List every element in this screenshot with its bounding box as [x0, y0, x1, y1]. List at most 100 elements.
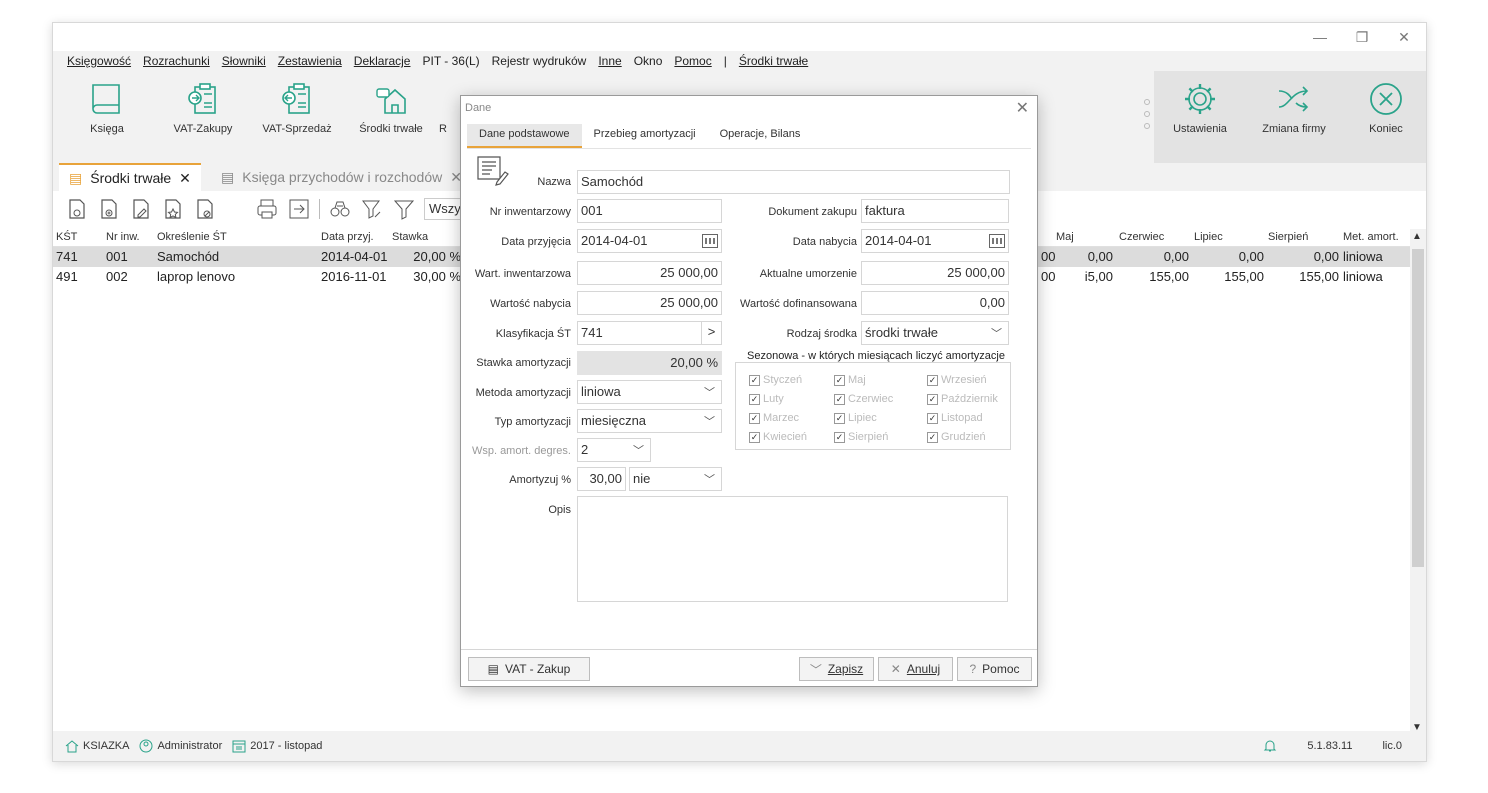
- col-czerwiec[interactable]: Czerwiec: [1119, 231, 1164, 243]
- nr-inwentarzowy-input[interactable]: 001: [577, 199, 722, 223]
- tab-dane-podstawowe[interactable]: Dane podstawowe: [467, 124, 582, 148]
- koniec-button[interactable]: Koniec: [1346, 81, 1426, 135]
- month-checkbox-kwiecien[interactable]: ✓ Kwiecień: [749, 431, 807, 443]
- anuluj-button[interactable]: ✕ Anuluj: [878, 657, 953, 681]
- search-input[interactable]: Wszys: [424, 198, 464, 220]
- pomoc-button[interactable]: ? Pomoc: [957, 657, 1032, 681]
- status-user-label: Administrator: [157, 740, 223, 752]
- export-icon[interactable]: [287, 197, 311, 221]
- calendar-icon[interactable]: [702, 234, 718, 248]
- calendar-icon[interactable]: [989, 234, 1005, 248]
- month-checkbox-czerwiec[interactable]: ✓ Czerwiec: [834, 393, 893, 405]
- edit-document-icon[interactable]: [129, 197, 153, 221]
- print-icon[interactable]: [255, 197, 279, 221]
- month-checkbox-styczen[interactable]: ✓ Styczeń: [749, 374, 802, 386]
- filter-edit-icon[interactable]: [360, 197, 384, 221]
- wart-inwentarzowa-input[interactable]: 25 000,00: [577, 261, 722, 285]
- menu-pomoc[interactable]: Pomoc: [674, 54, 711, 68]
- tab-operacje-bilans[interactable]: Operacje, Bilans: [708, 124, 813, 148]
- col-okreslenie[interactable]: Określenie ŚT: [157, 231, 227, 243]
- status-okres[interactable]: 2017 - listopad: [232, 739, 322, 753]
- scroll-up-icon[interactable]: ▲: [1412, 231, 1422, 242]
- month-checkbox-maj[interactable]: ✓ Maj: [834, 374, 866, 386]
- amortyzuj-pct-input[interactable]: 30,00: [577, 467, 626, 491]
- close-icon[interactable]: ✕: [1396, 29, 1412, 46]
- wartosc-nabycia-input[interactable]: 25 000,00: [577, 291, 722, 315]
- zapisz-button[interactable]: ﹀ Zapisz: [799, 657, 874, 681]
- zmiana-firmy-button[interactable]: Zmiana firmy: [1254, 81, 1334, 135]
- binoculars-icon[interactable]: [328, 197, 352, 221]
- ustawienia-button[interactable]: Ustawienia: [1160, 81, 1240, 135]
- menu-srodki-trwale[interactable]: Środki trwałe: [739, 54, 808, 68]
- ribbon-partial-button[interactable]: R: [433, 81, 453, 135]
- dofinansowana-input[interactable]: 0,00: [861, 291, 1009, 315]
- scroll-thumb[interactable]: [1412, 249, 1424, 567]
- delete-document-icon[interactable]: [193, 197, 217, 221]
- col-lipiec[interactable]: Lipiec: [1194, 231, 1223, 243]
- klasyfikacja-input[interactable]: 741 >: [577, 321, 722, 345]
- col-nr-inw[interactable]: Nr inw.: [106, 231, 140, 243]
- tab-ksiega-przychodow[interactable]: ▤ Księga przychodów i rozchodów ✕: [211, 163, 472, 191]
- filter-icon[interactable]: [392, 197, 416, 221]
- menu-zestawienia[interactable]: Zestawienia: [278, 54, 342, 68]
- col-met-amort[interactable]: Met. amort.: [1343, 231, 1399, 243]
- col-maj[interactable]: Maj: [1056, 231, 1074, 243]
- rodzaj-select[interactable]: środki trwałe ﹀: [861, 321, 1009, 345]
- close-icon[interactable]: ✕: [1016, 98, 1029, 118]
- amortyzuj-select[interactable]: nie ﹀: [629, 467, 722, 491]
- menu-ksiegowosc[interactable]: Księgowość: [67, 54, 131, 68]
- vat-zakupy-button[interactable]: VAT-Zakupy: [163, 81, 243, 135]
- menu-slowniki[interactable]: Słowniki: [222, 54, 266, 68]
- vat-zakup-button[interactable]: ▤ VAT - Zakup: [468, 657, 590, 681]
- month-checkbox-marzec[interactable]: ✓ Marzec: [749, 412, 799, 424]
- typ-select[interactable]: miesięczna ﹀: [577, 409, 722, 433]
- month-checkbox-listopad[interactable]: ✓ Listopad: [927, 412, 983, 424]
- metoda-select[interactable]: liniowa ﹀: [577, 380, 722, 404]
- ksiega-button[interactable]: Księga: [67, 81, 147, 135]
- tab-przebieg-amortyzacji[interactable]: Przebieg amortyzacji: [582, 124, 708, 148]
- menu-pit[interactable]: PIT - 36(L): [422, 54, 479, 68]
- menu-okno[interactable]: Okno: [634, 54, 663, 68]
- bell-icon[interactable]: [1263, 739, 1277, 753]
- col-kst[interactable]: KŚT: [56, 231, 77, 243]
- nr-inwentarzowy-label: Nr inwentarzowy: [489, 206, 571, 218]
- month-checkbox-wrzesien[interactable]: ✓ Wrzesień: [927, 374, 987, 386]
- col-data-przyj[interactable]: Data przyj.: [321, 231, 374, 243]
- month-checkbox-luty[interactable]: ✓ Luty: [749, 393, 784, 405]
- restore-icon[interactable]: ❐: [1354, 29, 1370, 46]
- nazwa-input[interactable]: Samochód: [577, 170, 1010, 194]
- ribbon-partial-label: R: [439, 123, 447, 135]
- menu-deklaracje[interactable]: Deklaracje: [354, 54, 411, 68]
- chevron-right-icon[interactable]: >: [701, 322, 721, 344]
- window-controls: — ❐ ✕: [1312, 29, 1412, 46]
- toolbar-separator: [319, 199, 320, 219]
- menu-rozrachunki[interactable]: Rozrachunki: [143, 54, 210, 68]
- dokument-input[interactable]: faktura: [861, 199, 1009, 223]
- srodki-trwale-button[interactable]: Środki trwałe: [351, 81, 431, 135]
- status-user[interactable]: Administrator: [139, 739, 222, 753]
- opis-textarea[interactable]: [577, 496, 1008, 602]
- minimize-icon[interactable]: —: [1312, 29, 1328, 46]
- tab-close-icon[interactable]: ✕: [179, 170, 191, 187]
- favorite-document-icon[interactable]: [161, 197, 185, 221]
- wsp-select[interactable]: 2 ﹀: [577, 438, 651, 462]
- aktualne-umorzenie-input[interactable]: 25 000,00: [861, 261, 1009, 285]
- month-checkbox-lipiec[interactable]: ✓ Lipiec: [834, 412, 877, 424]
- menu-inne[interactable]: Inne: [598, 54, 621, 68]
- col-stawka[interactable]: Stawka: [392, 231, 428, 243]
- add-document-icon[interactable]: [97, 197, 121, 221]
- preview-document-icon[interactable]: [65, 197, 89, 221]
- vat-sprzedaz-label: VAT-Sprzedaż: [262, 123, 332, 135]
- tab-srodki-trwale[interactable]: ▤ Środki trwałe ✕: [59, 163, 201, 191]
- month-checkbox-pazdziernik[interactable]: ✓ Październik: [927, 393, 998, 405]
- status-firma[interactable]: KSIAZKA: [65, 739, 129, 753]
- anuluj-label: Anuluj: [906, 662, 941, 676]
- vat-sprzedaz-button[interactable]: VAT-Sprzedaż: [257, 81, 337, 135]
- data-przyjecia-input[interactable]: 2014-04-01: [577, 229, 722, 253]
- month-checkbox-sierpien[interactable]: ✓ Sierpień: [834, 431, 888, 443]
- col-sierpien[interactable]: Sierpień: [1268, 231, 1308, 243]
- month-checkbox-grudzien[interactable]: ✓ Grudzień: [927, 431, 986, 443]
- vertical-scrollbar[interactable]: ▲ ▼: [1410, 229, 1426, 735]
- menu-rejestr[interactable]: Rejestr wydruków: [492, 54, 587, 68]
- data-nabycia-input[interactable]: 2014-04-01: [861, 229, 1009, 253]
